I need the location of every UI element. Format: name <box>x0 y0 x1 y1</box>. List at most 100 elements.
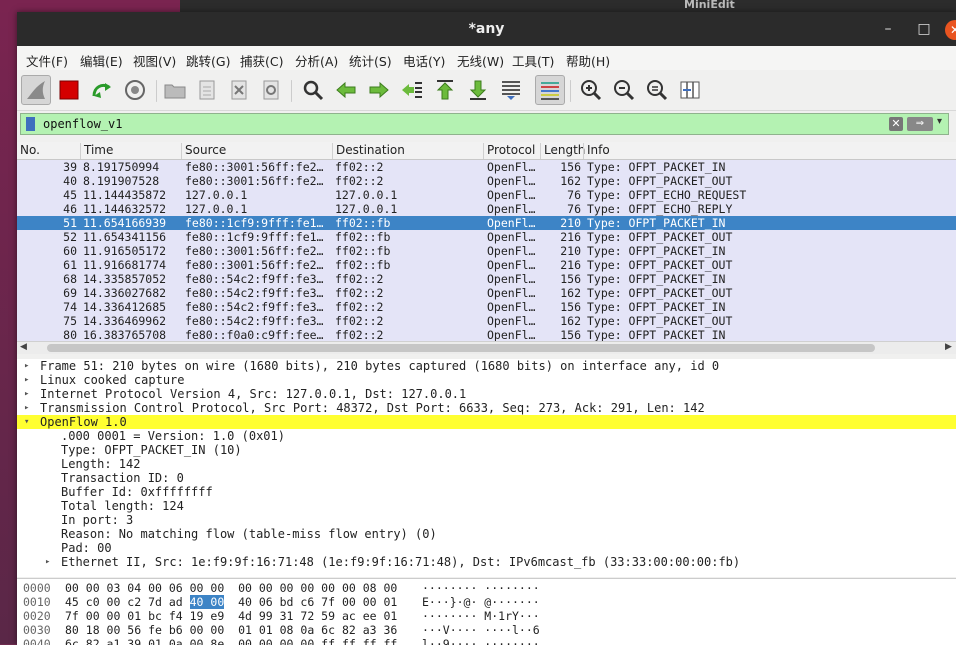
detail-line[interactable]: Type: OFPT_PACKET_IN (10) <box>17 443 956 457</box>
column-no[interactable]: No. <box>17 143 40 159</box>
packet-row[interactable]: 61 11.916681774 fe80::3001:56ff:fe2… ff02::… <box>17 258 956 272</box>
go-forward-button[interactable] <box>364 75 394 105</box>
collapse-arrow-icon[interactable]: ▸ <box>24 373 29 387</box>
start-capture-button[interactable] <box>21 75 51 105</box>
autoscroll-button[interactable] <box>496 75 526 105</box>
scroll-right-arrow-icon[interactable]: ▶ <box>945 342 952 352</box>
bookmark-icon[interactable] <box>26 117 35 131</box>
last-packet-button[interactable] <box>463 75 493 105</box>
bytes-line[interactable]: 0030 80 18 00 56 fe b6 00 00 01 01 08 0a … <box>17 623 956 637</box>
go-back-button[interactable] <box>331 75 361 105</box>
display-filter-bar[interactable]: openflow_v1 ✕ ⇒ ▾ <box>20 113 949 135</box>
detail-line[interactable]: ▸ Transmission Control Protocol, Src Port… <box>17 401 956 415</box>
column-length[interactable]: Length <box>540 143 585 159</box>
packet-row[interactable]: 40 8.191907528 fe80::3001:56ff:fe2… ff02::2… <box>17 174 956 188</box>
packet-row[interactable]: 46 11.144632572 127.0.0.1 127.0.0.1 OpenFl… 7… <box>17 202 956 216</box>
packet-no: 52 <box>63 230 77 244</box>
first-packet-button[interactable] <box>430 75 460 105</box>
collapse-arrow-icon[interactable]: ▸ <box>24 401 29 415</box>
minimize-button[interactable]: – <box>880 21 896 37</box>
display-filter-input[interactable]: openflow_v1 <box>43 117 122 131</box>
capture-options-button[interactable] <box>120 75 150 105</box>
bytes-line[interactable]: 0010 45 c0 00 c2 7d ad 40 00 40 06 bd c6 … <box>17 595 956 609</box>
menu-analyze[interactable]: 分析(A) <box>295 51 338 70</box>
packet-time: 14.336027682 <box>83 286 167 300</box>
detail-line[interactable]: Pad: 00 <box>17 541 956 555</box>
packet-row[interactable]: 39 8.191750994 fe80::3001:56ff:fe2… ff02::2… <box>17 160 956 174</box>
column-info[interactable]: Info <box>583 143 610 159</box>
menu-telephony[interactable]: 电话(Y) <box>403 51 445 70</box>
detail-text: Type: OFPT_PACKET_IN (10) <box>61 443 242 457</box>
detail-line[interactable]: ▸ Ethernet II, Src: 1e:f9:9f:16:71:48 (1e… <box>17 555 956 569</box>
packet-no: 74 <box>63 300 77 314</box>
packet-row[interactable]: 75 14.336469962 fe80::54c2:f9ff:fe3… ff02::… <box>17 314 956 328</box>
close-button[interactable]: ✕ <box>945 20 956 40</box>
reload-file-button[interactable] <box>256 75 286 105</box>
bytes-line[interactable]: 0020 7f 00 00 01 bc f4 19 e9 4d 99 31 72 … <box>17 609 956 623</box>
packet-row[interactable]: 52 11.654341156 fe80::1cf9:9fff:fe1… ff02::… <box>17 230 956 244</box>
expand-arrow-icon[interactable]: ▾ <box>24 415 29 429</box>
detail-line[interactable]: Length: 142 <box>17 457 956 471</box>
restart-capture-button[interactable] <box>87 75 117 105</box>
open-file-button[interactable] <box>160 75 190 105</box>
detail-line[interactable]: ▾ OpenFlow 1.0 <box>17 415 956 429</box>
column-source[interactable]: Source <box>181 143 226 159</box>
collapse-arrow-icon[interactable]: ▸ <box>24 359 29 373</box>
menu-tools[interactable]: 工具(T) <box>512 51 554 70</box>
column-time[interactable]: Time <box>80 143 113 159</box>
packet-row-selected[interactable]: 51 11.654166939 fe80::1cf9:9fff:fe1… ff02::… <box>17 216 956 230</box>
menu-help[interactable]: 帮助(H) <box>566 51 610 70</box>
go-to-packet-button[interactable] <box>397 75 427 105</box>
packet-row[interactable]: 60 11.916505172 fe80::3001:56ff:fe2… ff02::… <box>17 244 956 258</box>
packet-row[interactable]: 80 16.383765708 fe80::f0a0:c9ff:fee… ff02::… <box>17 328 956 342</box>
detail-line[interactable]: ▸ Frame 51: 210 bytes on wire (1680 bits)… <box>17 359 956 373</box>
packet-row[interactable]: 68 14.335857052 fe80::54c2:f9ff:fe3… ff02::… <box>17 272 956 286</box>
detail-line[interactable]: ▸ Linux cooked capture <box>17 373 956 387</box>
save-file-button[interactable] <box>192 75 222 105</box>
packet-row[interactable]: 74 14.336412685 fe80::54c2:f9ff:fe3… ff02::… <box>17 300 956 314</box>
normal-size-button[interactable] <box>642 75 672 105</box>
horizontal-scrollbar[interactable]: ◀ ▶ <box>17 341 956 354</box>
scroll-left-arrow-icon[interactable]: ◀ <box>20 342 27 352</box>
maximize-button[interactable]: □ <box>916 21 932 37</box>
titlebar[interactable]: *any – □ ✕ <box>17 12 956 46</box>
menu-capture[interactable]: 捕获(C) <box>240 51 283 70</box>
menu-statistics[interactable]: 统计(S) <box>349 51 392 70</box>
packet-proto: OpenFl… <box>487 188 536 202</box>
packet-row[interactable]: 69 14.336027682 fe80::54c2:f9ff:fe3… ff02::… <box>17 286 956 300</box>
column-protocol[interactable]: Protocol <box>483 143 535 159</box>
zoom-out-button[interactable] <box>609 75 639 105</box>
detail-line[interactable]: In port: 3 <box>17 513 956 527</box>
detail-line[interactable]: Transaction ID: 0 <box>17 471 956 485</box>
zoom-in-button[interactable] <box>576 75 606 105</box>
column-destination[interactable]: Destination <box>332 143 405 159</box>
filter-history-dropdown[interactable]: ▾ <box>937 116 942 127</box>
detail-line[interactable]: Reason: No matching flow (table-miss flo… <box>17 527 956 541</box>
bytes-line[interactable]: 0000 00 00 03 04 00 06 00 00 00 00 00 00 … <box>17 581 956 595</box>
apply-filter-button[interactable]: ⇒ <box>907 117 933 131</box>
scrollbar-thumb[interactable] <box>47 344 875 352</box>
stop-capture-button[interactable] <box>54 75 84 105</box>
find-packet-button[interactable] <box>298 75 328 105</box>
collapse-arrow-icon[interactable]: ▸ <box>45 555 50 569</box>
packet-src: fe80::3001:56ff:fe2… <box>185 244 324 258</box>
packet-dst: ff02::fb <box>335 258 391 272</box>
menu-view[interactable]: 视图(V) <box>133 51 176 70</box>
collapse-arrow-icon[interactable]: ▸ <box>24 387 29 401</box>
menu-wireless[interactable]: 无线(W) <box>457 51 504 70</box>
menu-edit[interactable]: 编辑(E) <box>80 51 123 70</box>
colorize-button[interactable] <box>535 75 565 105</box>
resize-columns-button[interactable] <box>675 75 705 105</box>
packet-len: 76 <box>567 202 581 216</box>
clear-filter-button[interactable]: ✕ <box>889 117 903 131</box>
detail-line[interactable]: Total length: 124 <box>17 499 956 513</box>
menu-file[interactable]: 文件(F) <box>26 51 68 70</box>
close-file-button[interactable] <box>224 75 254 105</box>
detail-line[interactable]: .000 0001 = Version: 1.0 (0x01) <box>17 429 956 443</box>
detail-line[interactable]: ▸ Internet Protocol Version 4, Src: 127.0… <box>17 387 956 401</box>
menu-go[interactable]: 跳转(G) <box>186 51 230 70</box>
packet-src: fe80::f0a0:c9ff:fee… <box>185 328 324 342</box>
packet-proto: OpenFl… <box>487 272 536 286</box>
detail-line[interactable]: Buffer Id: 0xffffffff <box>17 485 956 499</box>
packet-row[interactable]: 45 11.144435872 127.0.0.1 127.0.0.1 OpenFl… 7… <box>17 188 956 202</box>
